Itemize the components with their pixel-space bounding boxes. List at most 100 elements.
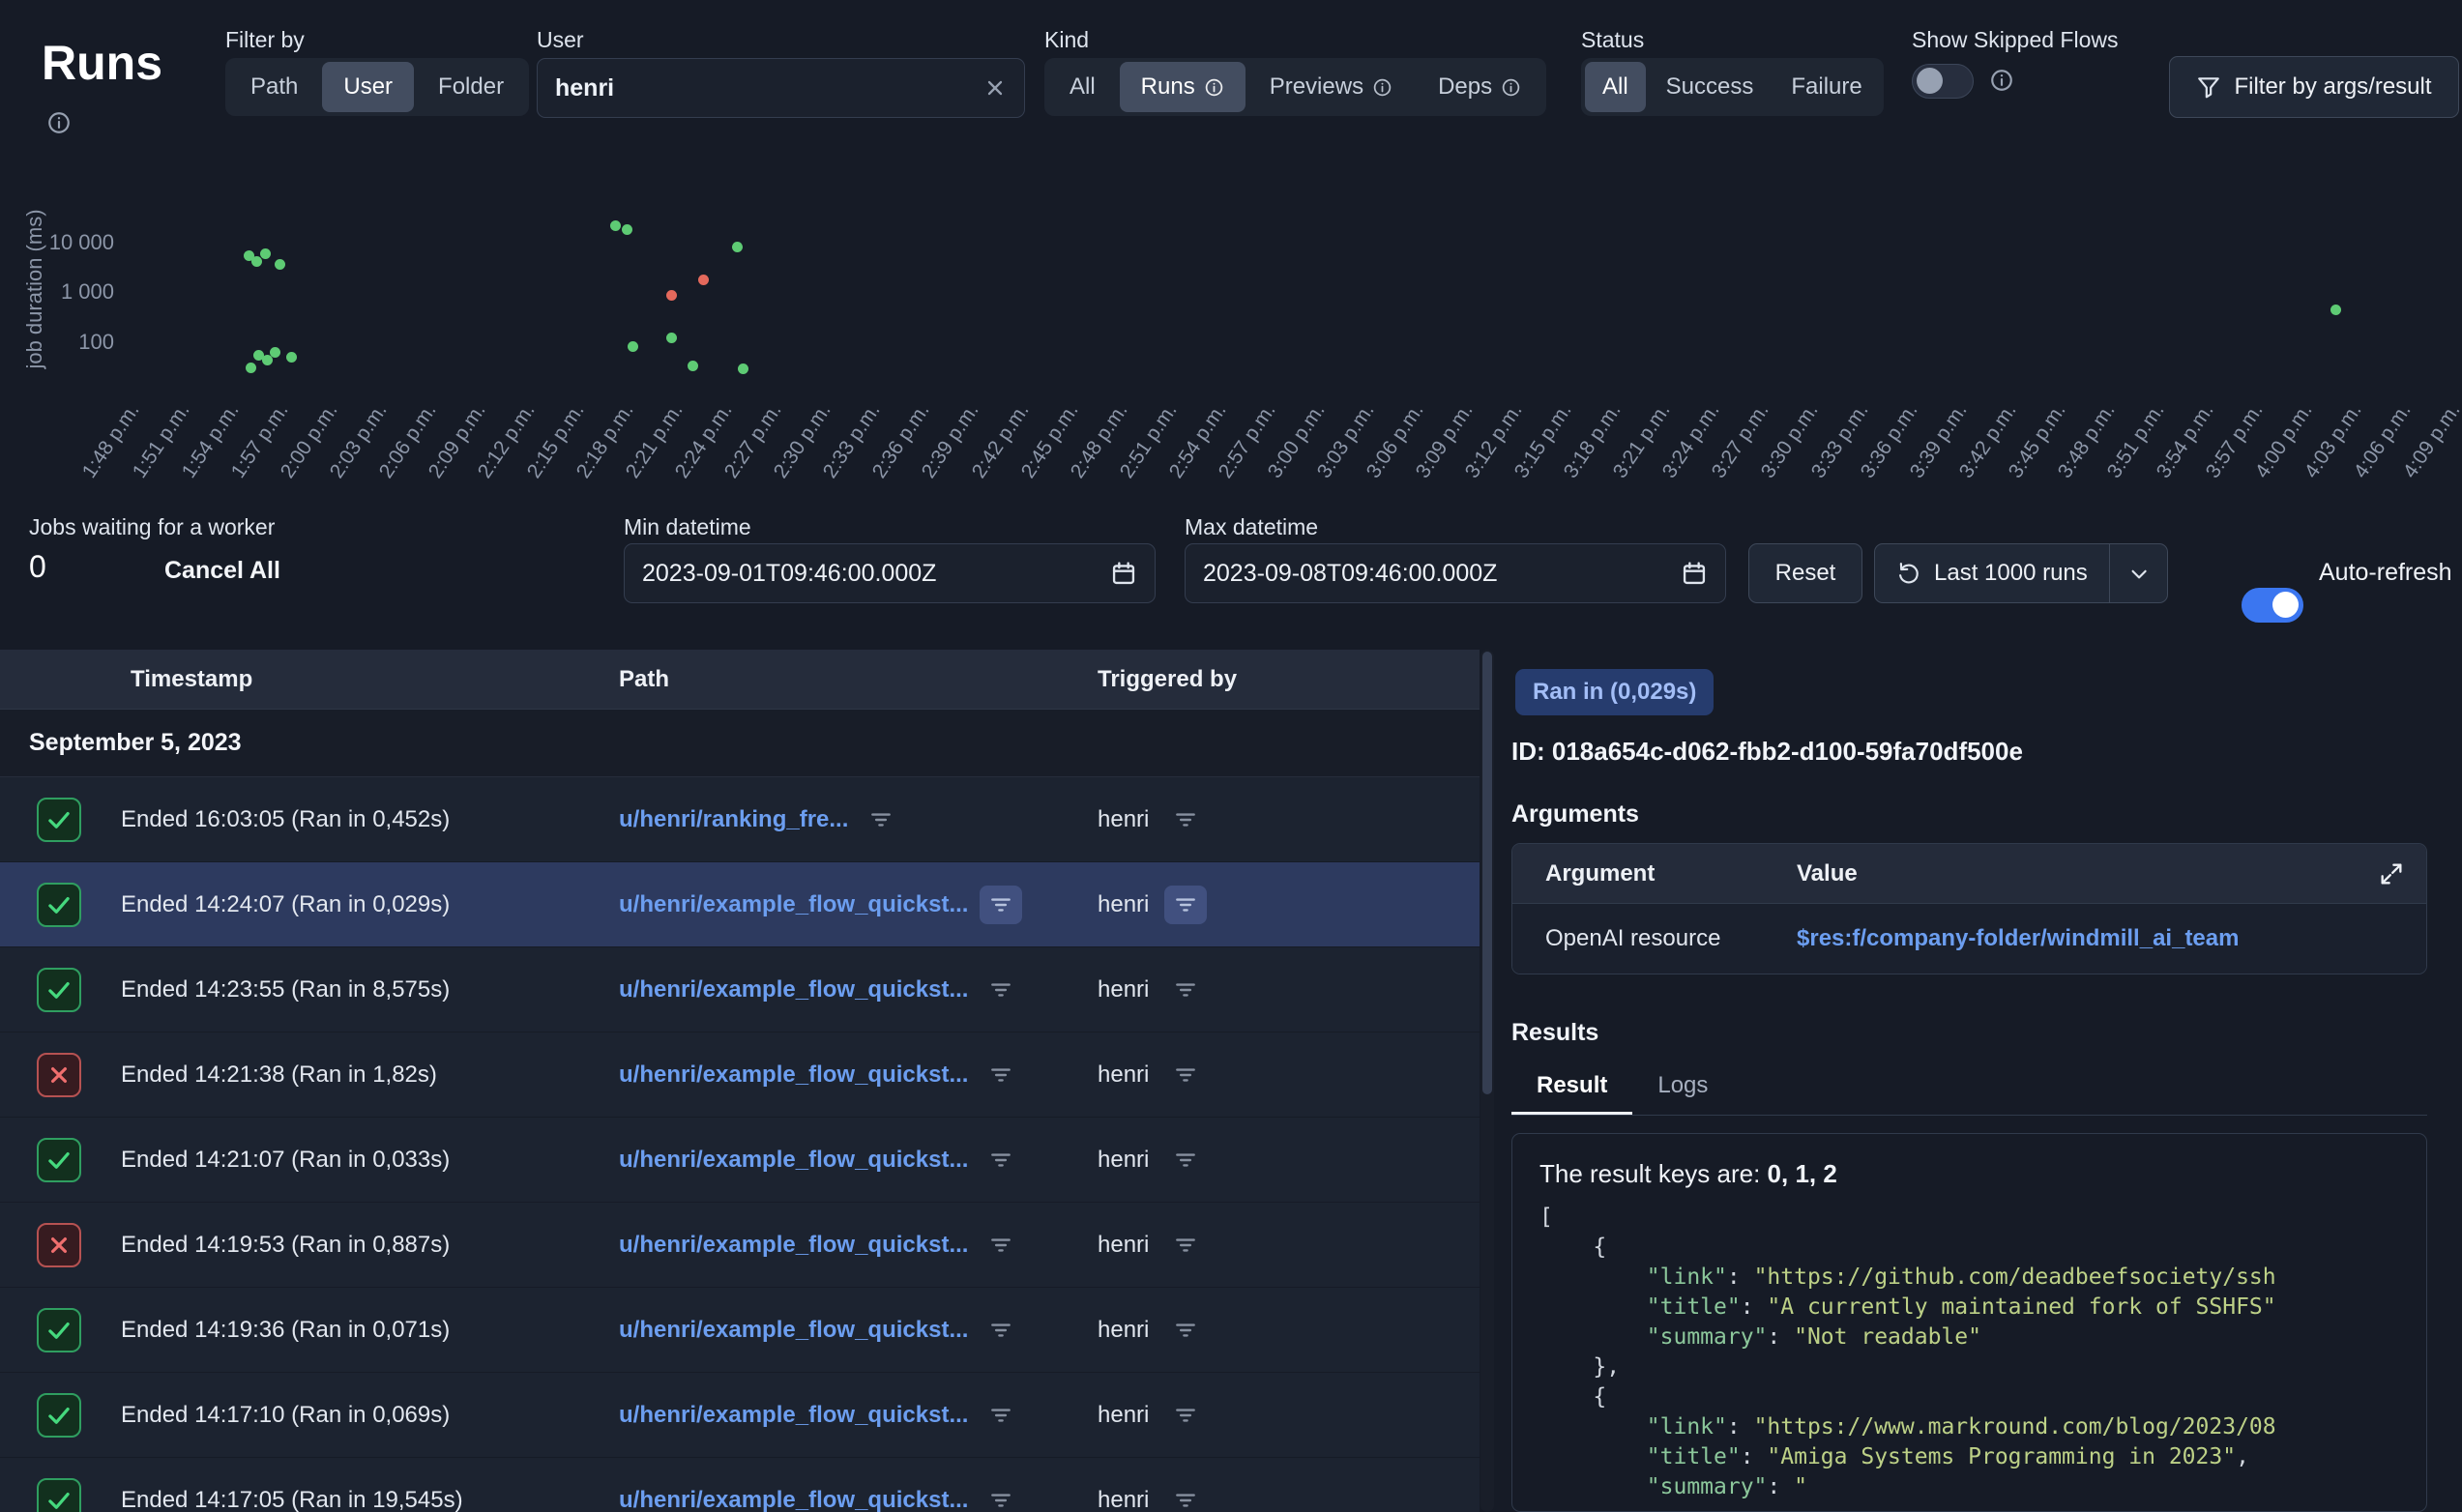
failure-icon — [37, 1053, 81, 1097]
kind-all-button[interactable]: All — [1048, 62, 1117, 112]
filter-by-path-button[interactable]: Path — [229, 62, 319, 112]
user-filter-input[interactable] — [537, 58, 1025, 118]
table-row[interactable]: Ended 14:17:10 (Ran in 0,069s) u/henri/e… — [0, 1373, 1480, 1458]
triggered-by: henri — [1098, 976, 1149, 1003]
arguments-table: Argument Value OpenAI resource $res:f/co… — [1511, 843, 2427, 974]
filter-by-user-icon[interactable] — [1164, 886, 1207, 924]
filter-by-path-icon[interactable] — [980, 1396, 1022, 1435]
kind-previews-button[interactable]: Previews — [1248, 62, 1414, 112]
status-segmented: All Success Failure — [1581, 58, 1884, 116]
cancel-all-button[interactable]: Cancel All — [164, 557, 280, 585]
auto-refresh-toggle[interactable] — [2242, 588, 2303, 623]
clear-user-icon[interactable] — [983, 76, 1007, 100]
last-runs-dropdown[interactable] — [2109, 544, 2167, 602]
show-skipped-info-icon[interactable] — [1989, 68, 2014, 93]
filter-by-user-icon[interactable] — [1164, 1396, 1207, 1435]
filter-by-folder-button[interactable]: Folder — [417, 62, 525, 112]
table-scrollbar[interactable] — [1480, 650, 1494, 1512]
date-group-label: September 5, 2023 — [29, 729, 242, 757]
filter-by-user-icon[interactable] — [1164, 800, 1207, 839]
tab-logs[interactable]: Logs — [1632, 1060, 1733, 1115]
filter-by-path-icon[interactable] — [860, 800, 902, 839]
status-all-button[interactable]: All — [1585, 62, 1646, 112]
info-icon — [1372, 77, 1392, 98]
table-row[interactable]: Ended 14:17:05 (Ran in 19,545s) u/henri/… — [0, 1458, 1480, 1512]
filter-by-path-icon[interactable] — [980, 886, 1022, 924]
kind-previews-label: Previews — [1270, 73, 1363, 101]
arguments-table-row: OpenAI resource $res:f/company-folder/wi… — [1512, 904, 2426, 974]
arg-value-link[interactable]: $res:f/company-folder/windmill_ai_team — [1797, 925, 2239, 952]
max-datetime-input[interactable] — [1185, 543, 1726, 603]
runs-info-icon[interactable] — [46, 110, 72, 135]
info-icon — [1204, 77, 1224, 98]
info-icon — [1501, 77, 1521, 98]
calendar-icon[interactable] — [1110, 560, 1137, 587]
filter-by-user-icon[interactable] — [1164, 971, 1207, 1009]
filter-by-path-icon[interactable] — [980, 1481, 1022, 1512]
status-label: Status — [1581, 27, 1644, 53]
last-runs-main[interactable]: Last 1000 runs — [1875, 544, 2109, 602]
filter-by-user-icon[interactable] — [1164, 1141, 1207, 1179]
filter-by-user-icon[interactable] — [1164, 1226, 1207, 1265]
success-icon — [37, 1138, 81, 1182]
filter-args-button[interactable]: Filter by args/result — [2169, 56, 2459, 118]
filter-by-path-icon[interactable] — [980, 971, 1022, 1009]
run-path-link[interactable]: u/henri/example_flow_quickst... — [619, 1147, 968, 1174]
kind-deps-button[interactable]: Deps — [1417, 62, 1542, 112]
filter-by-path-icon[interactable] — [980, 1311, 1022, 1350]
filter-by-path-icon[interactable] — [980, 1226, 1022, 1265]
last-runs-label: Last 1000 runs — [1934, 560, 2088, 587]
tab-result[interactable]: Result — [1511, 1060, 1632, 1115]
min-datetime-value[interactable] — [642, 560, 1099, 588]
table-row[interactable]: Ended 14:21:07 (Ran in 0,033s) u/henri/e… — [0, 1118, 1480, 1203]
run-path-link[interactable]: u/henri/example_flow_quickst... — [619, 1232, 968, 1259]
user-filter-value[interactable] — [555, 74, 972, 102]
triggered-by: henri — [1098, 806, 1149, 833]
triggered-by: henri — [1098, 1402, 1149, 1429]
filter-by-user-icon[interactable] — [1164, 1311, 1207, 1350]
run-path-link[interactable]: u/henri/example_flow_quickst... — [619, 1317, 968, 1344]
run-path-link[interactable]: u/henri/example_flow_quickst... — [619, 1487, 968, 1512]
kind-segmented: All Runs Previews Deps — [1044, 58, 1546, 116]
table-row[interactable]: Ended 14:23:55 (Ran in 8,575s) u/henri/e… — [0, 947, 1480, 1032]
calendar-icon[interactable] — [1681, 560, 1708, 587]
min-datetime-input[interactable] — [624, 543, 1156, 603]
funnel-icon — [2196, 74, 2221, 100]
expand-icon[interactable] — [2378, 860, 2405, 887]
run-timestamp: Ended 14:19:36 (Ran in 0,071s) — [121, 1317, 450, 1344]
run-path-link[interactable]: u/henri/ranking_fre... — [619, 806, 848, 833]
max-datetime-value[interactable] — [1203, 560, 1669, 588]
result-keys: 0, 1, 2 — [1768, 1159, 1837, 1188]
result-intro: The result keys are: — [1539, 1159, 1768, 1188]
table-row[interactable]: Ended 14:21:38 (Ran in 1,82s) u/henri/ex… — [0, 1032, 1480, 1118]
jobs-waiting-count: 0 — [29, 549, 46, 585]
table-row[interactable]: Ended 16:03:05 (Ran in 0,452s) u/henri/r… — [0, 777, 1480, 862]
last-runs-button[interactable]: Last 1000 runs — [1874, 543, 2168, 603]
run-timestamp: Ended 14:17:05 (Ran in 19,545s) — [121, 1487, 463, 1512]
success-icon — [37, 1478, 81, 1512]
reset-button[interactable]: Reset — [1748, 543, 1862, 603]
table-row[interactable]: Ended 14:24:07 (Ran in 0,029s) u/henri/e… — [0, 862, 1480, 947]
table-row[interactable]: Ended 14:19:53 (Ran in 0,887s) u/henri/e… — [0, 1203, 1480, 1288]
run-path-link[interactable]: u/henri/example_flow_quickst... — [619, 976, 968, 1003]
filter-by-user-icon[interactable] — [1164, 1056, 1207, 1094]
jobs-waiting-label: Jobs waiting for a worker — [29, 514, 275, 540]
filter-by-user-button[interactable]: User — [322, 62, 414, 112]
table-row[interactable]: Ended 14:19:36 (Ran in 0,071s) u/henri/e… — [0, 1288, 1480, 1373]
run-path-link[interactable]: u/henri/example_flow_quickst... — [619, 1061, 968, 1089]
user-label: User — [537, 27, 584, 53]
show-skipped-toggle[interactable] — [1912, 64, 1974, 99]
kind-deps-label: Deps — [1438, 73, 1492, 101]
filter-by-path-icon[interactable] — [980, 1056, 1022, 1094]
filter-by-user-icon[interactable] — [1164, 1481, 1207, 1512]
run-path-link[interactable]: u/henri/example_flow_quickst... — [619, 891, 968, 918]
filter-by-path-icon[interactable] — [980, 1141, 1022, 1179]
kind-runs-button[interactable]: Runs — [1120, 62, 1246, 112]
status-failure-button[interactable]: Failure — [1773, 62, 1879, 112]
run-path-link[interactable]: u/henri/example_flow_quickst... — [619, 1402, 968, 1429]
scrollbar-thumb[interactable] — [1482, 652, 1492, 1094]
kind-runs-label: Runs — [1141, 73, 1195, 101]
triggered-by: henri — [1098, 1147, 1149, 1174]
kind-label: Kind — [1044, 27, 1089, 53]
status-success-button[interactable]: Success — [1649, 62, 1772, 112]
